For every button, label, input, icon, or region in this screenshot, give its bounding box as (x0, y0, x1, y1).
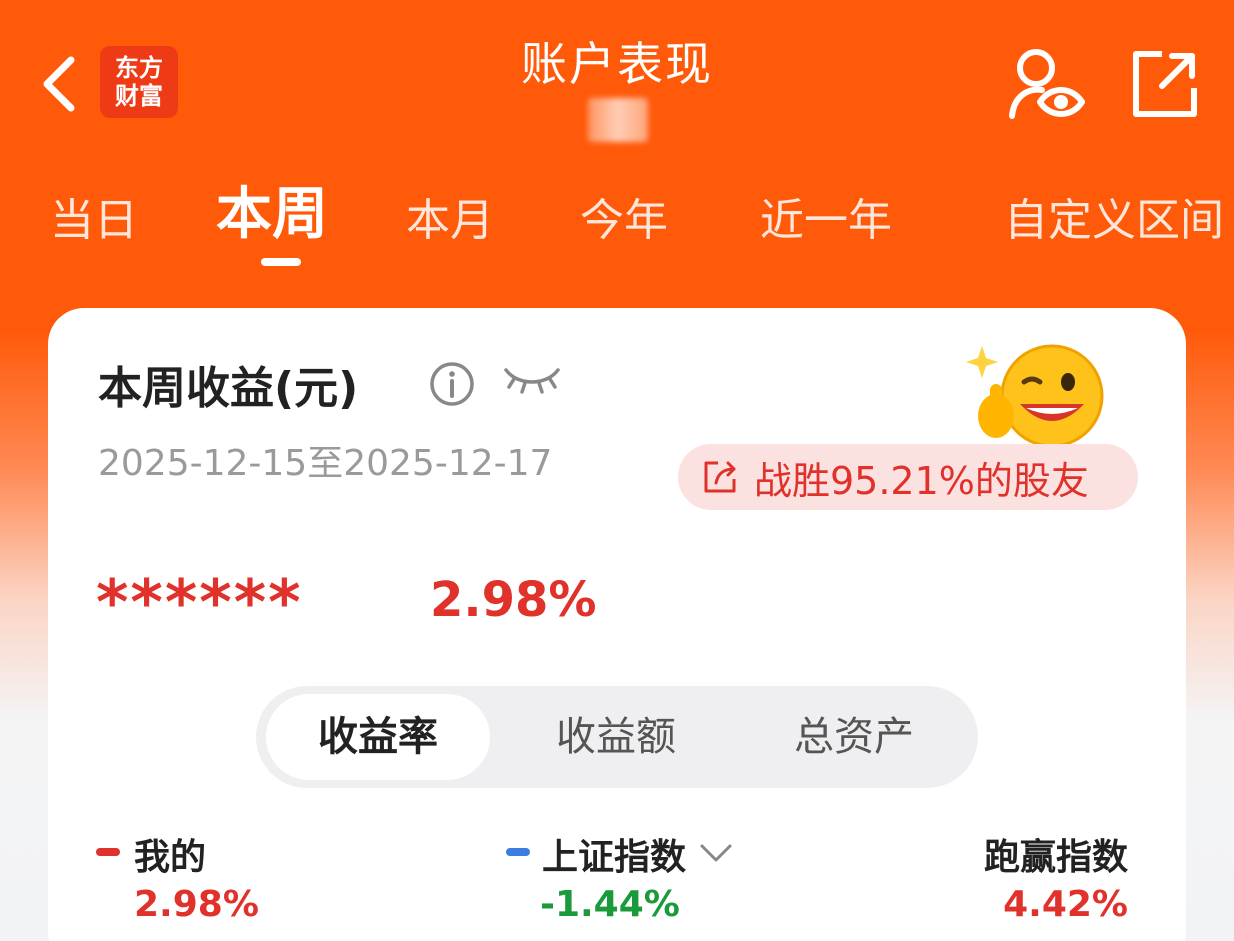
beat-percentage-text: 战胜95.21%的股友 (754, 458, 1089, 503)
mine-label: 我的 (134, 837, 207, 878)
tab-last-year[interactable]: 近一年 (760, 176, 892, 266)
masked-earnings-amount: ****** (96, 566, 303, 639)
tab-today[interactable]: 当日 (50, 176, 138, 266)
outperform-value: 4.42% (1003, 884, 1128, 925)
period-tabs: 当日 本周 本月 今年 近一年 自定义区间 (0, 176, 1234, 276)
index-selector[interactable]: 上证指数 (542, 828, 686, 880)
toggle-visibility-button[interactable] (500, 360, 564, 400)
mine-value: 2.98% (134, 884, 259, 925)
metric-segmented-control: 收益率 收益额 总资产 (256, 686, 978, 788)
segment-total-assets[interactable]: 总资产 (742, 694, 966, 780)
share-icon (1133, 51, 1197, 117)
tab-this-year[interactable]: 今年 (580, 176, 668, 266)
index-value: -1.44% (540, 884, 680, 925)
index-legend-dot (506, 848, 530, 856)
segment-return-amount[interactable]: 收益额 (504, 694, 728, 780)
eye-closed-icon (504, 368, 560, 394)
winking-emoji-icon (966, 344, 1104, 448)
card-title: 本周收益(元) (98, 363, 359, 414)
outperform-label: 跑赢指数 (983, 837, 1128, 878)
mine-legend-dot (96, 848, 120, 856)
segment-return-rate[interactable]: 收益率 (266, 694, 490, 780)
header-bar: 东方 财富 账户表现 (0, 0, 1234, 160)
date-range: 2025-12-15至2025-12-17 (98, 443, 553, 484)
share-beat-badge[interactable]: 战胜95.21%的股友 (678, 444, 1138, 510)
return-percentage: 2.98% (430, 572, 597, 628)
account-visibility-button[interactable] (1006, 46, 1086, 122)
share-icon (704, 461, 736, 493)
user-eye-icon (1009, 49, 1085, 119)
tab-this-week[interactable]: 本周 (216, 170, 328, 260)
tab-custom-range[interactable]: 自定义区间 (1004, 176, 1224, 266)
chevron-down-icon[interactable] (696, 838, 736, 868)
active-tab-indicator (261, 258, 301, 266)
blurred-account-id (588, 98, 648, 142)
share-button[interactable] (1128, 48, 1200, 120)
tab-this-month[interactable]: 本月 (406, 176, 494, 266)
info-button[interactable] (428, 360, 476, 408)
info-icon (430, 362, 474, 406)
